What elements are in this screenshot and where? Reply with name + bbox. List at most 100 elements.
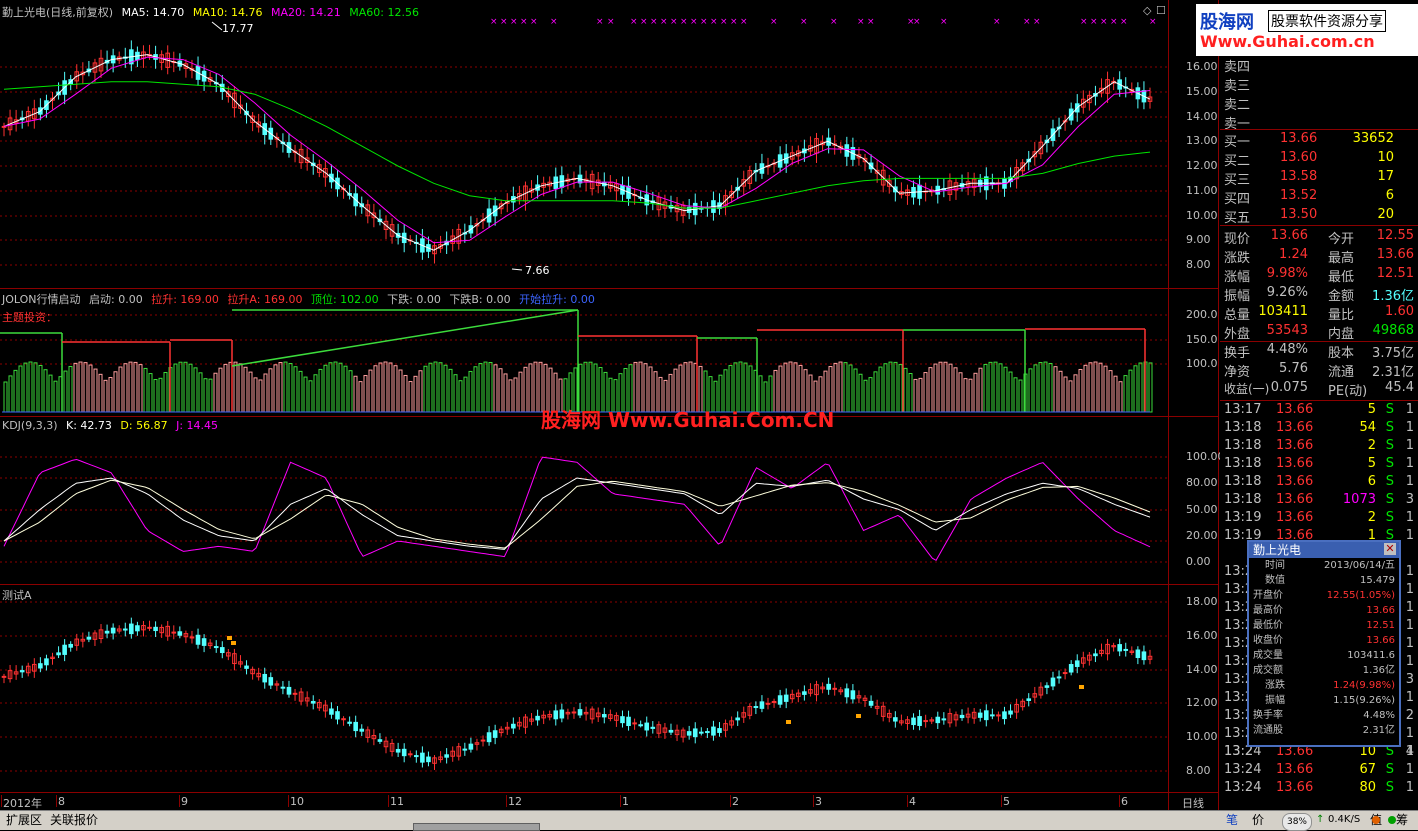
window-icon[interactable]: ☐: [1156, 4, 1166, 17]
x-tick-line: [907, 795, 908, 807]
signal-marker: ×: [857, 17, 865, 27]
ind1-bar: [13, 369, 18, 413]
tick-row[interactable]: 13:18 13.66 54 S 1: [1224, 420, 1416, 438]
kdj-k-line: [3, 477, 1151, 550]
ind1-bar: [128, 361, 133, 413]
ind1-bar: [198, 372, 203, 413]
testA-body: [826, 683, 831, 690]
ind1-bar: [898, 364, 903, 413]
tick-side: S: [1385, 420, 1394, 435]
quote-row: 现价 13.66 今开 12.55: [1224, 228, 1416, 247]
ind1-ramp: [231, 309, 579, 367]
ind1-bar: [143, 367, 148, 413]
high-mark: 17.77: [222, 22, 254, 35]
ind1-bar: [123, 363, 128, 413]
scrollbar[interactable]: [413, 823, 540, 831]
tick-row[interactable]: 13:17 13.66 5 S 1: [1224, 402, 1416, 420]
ind1-xiadieB: 下跌B: 0.00: [449, 293, 511, 306]
quote-label: 换手: [1224, 346, 1251, 361]
testA-body: [468, 743, 474, 750]
tick-count: 1: [1405, 438, 1414, 453]
testA-body: [832, 687, 837, 690]
diamond-icon[interactable]: ◇: [1143, 4, 1151, 17]
signal-marker: ×: [510, 17, 518, 27]
testA-body: [1062, 672, 1068, 675]
popup-value: 2013/06/14/五: [1323, 560, 1395, 571]
testA-body: [401, 748, 407, 757]
order-buy-row[interactable]: 买三 13.58 17: [1224, 169, 1416, 188]
ind1-bar: [438, 362, 443, 413]
tick-volume: 6: [1367, 474, 1376, 489]
indicator1-info-line: JOLON行情启动 启动: 0.00 拉升: 169.00 拉升A: 169.0…: [2, 291, 600, 307]
orderbook-divider: [1220, 129, 1418, 130]
ind1-bar: [203, 378, 208, 413]
testA-body: [911, 717, 916, 726]
tick-row[interactable]: 13:24 13.66 67 S 1: [1224, 762, 1416, 780]
testA-body: [1056, 676, 1062, 679]
tab-related-quote[interactable]: 关联报价: [46, 812, 102, 828]
quote-value: 1.24: [1279, 247, 1308, 262]
ind1-bar: [848, 364, 853, 413]
tab-0[interactable]: 笔: [1222, 812, 1242, 828]
ind1-bar: [993, 361, 998, 413]
testA-body: [195, 634, 201, 645]
order-sell-row[interactable]: 卖二: [1224, 94, 1416, 113]
ind1-bar: [98, 373, 103, 413]
x-axis-label: 4: [909, 795, 916, 808]
order-buy-row[interactable]: 买一 13.66 33652: [1224, 131, 1416, 150]
tab-extension[interactable]: 扩展区: [2, 812, 46, 828]
tick-volume: 54: [1359, 420, 1376, 435]
tick-row[interactable]: 13:18 13.66 2 S 1: [1224, 438, 1416, 456]
testA-body: [407, 753, 413, 756]
order-buy-row[interactable]: 买四 13.52 6: [1224, 188, 1416, 207]
ind1-bar: [298, 370, 303, 413]
chart-area[interactable]: × × × × × × × × × × × × × × × × × × × × × × × × × × × × × × × × × × × × × 勤上…: [0, 0, 1225, 811]
tick-row[interactable]: 13:19 13.66 2 S 1: [1224, 510, 1416, 528]
popup-value: 4.48%: [1363, 710, 1395, 721]
period-label[interactable]: 日线: [1182, 795, 1204, 811]
kdj-tick: 20.00: [1186, 528, 1218, 542]
testA-body: [917, 716, 922, 726]
testA-name: 测试A: [2, 589, 32, 602]
popup-label: 最高价: [1253, 605, 1283, 616]
signal-marker: ×: [867, 17, 875, 27]
testA-body: [626, 716, 631, 727]
main-tick: 12.00: [1186, 159, 1218, 172]
signal-marker: ×: [1033, 17, 1041, 27]
order-sell-row[interactable]: 卖四: [1224, 56, 1416, 75]
data-popup[interactable]: 勤上光电 ✕ 时间 2013/06/14/五 数值 15.479 开盘价 12.55(1.…: [1247, 540, 1401, 747]
quote-value: 12.51: [1376, 266, 1414, 281]
ind1-bar: [1068, 380, 1073, 413]
tick-time: 13:18: [1224, 474, 1262, 489]
ind1-bar: [523, 366, 528, 413]
order-sell-row[interactable]: 卖三: [1224, 75, 1416, 94]
popup-value: 15.479: [1360, 575, 1395, 586]
tick-row[interactable]: 13:18 13.66 1073 S 3: [1224, 492, 1416, 510]
ind1-bar: [103, 379, 108, 413]
kdj-tick: 0.00: [1186, 555, 1211, 568]
tick-count: 1: [1405, 654, 1414, 669]
quote-row: 总量 103411 量比 1.60: [1224, 304, 1416, 323]
ind1-bar: [873, 371, 878, 413]
testA-body: [177, 631, 183, 636]
ind1-bar: [373, 365, 378, 413]
order-price: 13.58: [1280, 169, 1318, 184]
tick-time: 13:18: [1224, 420, 1262, 435]
testA-body: [395, 748, 401, 753]
ind1-bar: [483, 361, 488, 413]
order-buy-row[interactable]: 买二 13.60 10: [1224, 150, 1416, 169]
main-tick: 10.00: [1186, 208, 1218, 222]
popup-title-bar[interactable]: 勤上光电 ✕: [1249, 542, 1399, 558]
order-buy-row[interactable]: 买五 13.50 20: [1224, 207, 1416, 226]
tick-row[interactable]: 13:18 13.66 6 S 1: [1224, 474, 1416, 492]
tick-side: S: [1385, 762, 1394, 777]
tick-row[interactable]: 13:18 13.66 5 S 1: [1224, 456, 1416, 474]
tick-row[interactable]: 13:24 13.66 80 S 1: [1224, 780, 1416, 798]
close-icon[interactable]: ✕: [1384, 543, 1396, 555]
ind1-bar: [208, 378, 213, 413]
signal-marker: ×: [710, 17, 718, 27]
popup-value: 13.66: [1366, 635, 1395, 646]
ind1-bar: [463, 376, 468, 413]
ind1-bar: [478, 363, 483, 413]
tab-1[interactable]: 价: [1248, 812, 1268, 828]
